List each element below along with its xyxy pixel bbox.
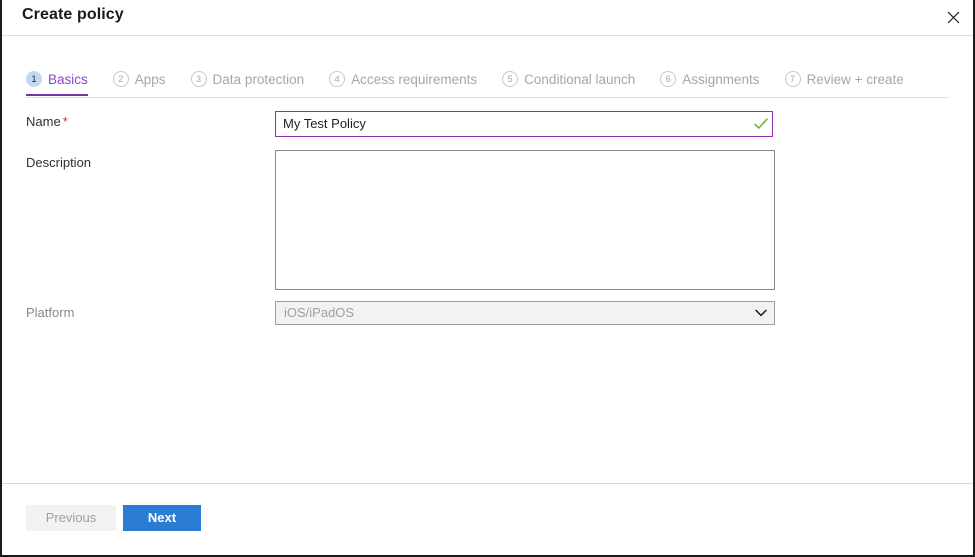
- name-input[interactable]: [276, 112, 750, 136]
- tab-basics[interactable]: 1 Basics: [26, 64, 101, 96]
- tab-label: Basics: [48, 71, 88, 87]
- active-tab-underline: [26, 94, 88, 96]
- page-title: Create policy: [22, 6, 124, 23]
- name-label-text: Name: [26, 114, 61, 129]
- tabstrip-divider: [26, 97, 949, 98]
- name-input-wrapper[interactable]: [275, 111, 773, 137]
- footer-divider: [2, 483, 973, 484]
- next-button[interactable]: Next: [123, 505, 201, 531]
- description-label: Description: [26, 155, 92, 170]
- chevron-down-icon: [748, 309, 774, 317]
- tab-apps[interactable]: 2 Apps: [112, 64, 179, 94]
- tab-label: Access requirements: [351, 71, 478, 87]
- platform-select[interactable]: iOS/iPadOS: [275, 301, 775, 325]
- close-button[interactable]: [937, 2, 969, 32]
- previous-button[interactable]: Previous: [26, 505, 116, 531]
- checkmark-icon: [750, 118, 772, 130]
- platform-selected-value: iOS/iPadOS: [284, 305, 355, 320]
- tab-step-number: 7: [784, 71, 801, 87]
- tab-step-number: 2: [112, 71, 129, 87]
- wizard-footer: Previous Next: [26, 505, 201, 531]
- tab-label: Conditional launch: [524, 71, 636, 87]
- create-policy-blade: Create policy 1 Basics 2 Apps 3 Data pro…: [0, 0, 975, 557]
- tab-assignments[interactable]: 6 Assignments: [660, 64, 772, 94]
- tab-step-number: 3: [190, 71, 207, 87]
- tab-step-number: 5: [502, 71, 519, 87]
- wizard-tabs: 1 Basics 2 Apps 3 Data protection 4 Acce…: [26, 64, 929, 98]
- name-label: Name *: [26, 114, 68, 129]
- platform-label: Platform: [26, 305, 75, 320]
- tab-label: Review + create: [806, 71, 904, 87]
- close-icon: [947, 11, 960, 24]
- tab-step-number: 4: [329, 71, 346, 87]
- description-textarea[interactable]: [275, 150, 775, 290]
- required-asterisk: *: [62, 114, 68, 129]
- tab-step-number: 1: [26, 71, 42, 87]
- tab-label: Assignments: [682, 71, 760, 87]
- tab-data-protection[interactable]: 3 Data protection: [190, 64, 318, 94]
- tab-access-requirements[interactable]: 4 Access requirements: [329, 64, 490, 94]
- blade-header: Create policy: [2, 0, 973, 36]
- tab-label: Data protection: [212, 71, 305, 87]
- tab-label: Apps: [134, 71, 166, 87]
- tab-review-create[interactable]: 7 Review + create: [784, 64, 917, 94]
- tab-conditional-launch[interactable]: 5 Conditional launch: [502, 64, 648, 94]
- tab-step-number: 6: [660, 71, 677, 87]
- wizard-tabstrip: 1 Basics 2 Apps 3 Data protection 4 Acce…: [2, 64, 973, 98]
